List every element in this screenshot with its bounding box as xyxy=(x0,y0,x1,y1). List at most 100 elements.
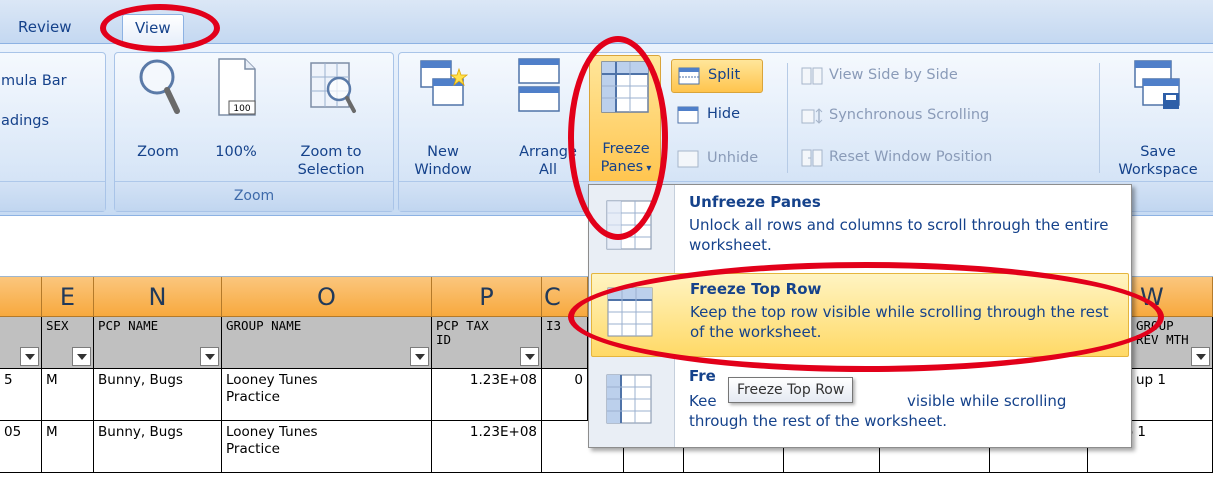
hide-button[interactable]: Hide xyxy=(671,99,763,133)
unfreeze-panes-title: Unfreeze Panes xyxy=(689,193,821,211)
header-cell-sex[interactable]: SEX xyxy=(42,317,94,369)
cell-group-name1-line2: Practice xyxy=(226,389,280,405)
freeze-panes-icon xyxy=(601,61,649,113)
page-100-icon-text: 100 xyxy=(233,104,250,114)
column-header-w[interactable]: W xyxy=(1132,277,1213,317)
side-by-side-icon xyxy=(801,67,823,85)
view-side-by-side-button[interactable]: View Side by Side xyxy=(799,61,1099,91)
dropdown-arrow-icon: ▾ xyxy=(643,163,652,174)
arrange-all-icon xyxy=(518,58,560,112)
arrange-all-line1: Arrange xyxy=(519,144,577,160)
unhide-button[interactable]: Unhide xyxy=(671,143,781,177)
cell-pcp-name2[interactable]: Bunny, Bugs xyxy=(94,421,222,473)
header-cell-group-name[interactable]: GROUP NAME xyxy=(222,317,432,369)
cell-sex1[interactable]: M xyxy=(42,369,94,421)
unhide-icon xyxy=(677,150,699,168)
filter-dropdown-icon[interactable] xyxy=(200,347,219,366)
header-group-rev-line2: REV MTH xyxy=(1136,332,1189,347)
hide-label: Hide xyxy=(707,106,741,122)
cell-d1[interactable]: 5 xyxy=(0,369,42,421)
freeze-top-row-icon xyxy=(607,287,653,337)
freeze-panes-button[interactable]: Freeze Panes ▾ xyxy=(589,55,661,187)
tab-view[interactable]: View xyxy=(122,14,184,45)
freeze-top-row-title: Freeze Top Row xyxy=(690,280,822,298)
cell-d2[interactable]: 05 xyxy=(0,421,42,473)
formula-bar-checkbox[interactable]: mula Bar xyxy=(1,73,67,89)
window-group-separator xyxy=(787,63,788,173)
cell-group-name2[interactable]: Looney Tunes Practice xyxy=(222,421,432,473)
header-cell-q[interactable]: I3 xyxy=(542,317,588,369)
synchronous-scrolling-label: Synchronous Scrolling xyxy=(829,107,990,123)
header-cell-pcp-name[interactable]: PCP NAME xyxy=(94,317,222,369)
cell-pcp-tax1[interactable]: 1.23E+08 xyxy=(432,369,542,421)
filter-dropdown-icon[interactable] xyxy=(410,347,429,366)
freeze-first-column-title: Fre xyxy=(689,367,716,385)
menu-item-unfreeze-panes[interactable]: Unfreeze Panes Unlock all rows and colum… xyxy=(591,187,1129,271)
ribbon-tab-strip: Review View xyxy=(0,0,1213,45)
cell-sex2[interactable]: M xyxy=(42,421,94,473)
header-pcp-tax-line2: ID xyxy=(436,332,452,347)
column-header-n[interactable]: N xyxy=(94,277,222,317)
magnifier-icon xyxy=(139,59,180,114)
save-workspace-line2: Workspace xyxy=(1118,162,1198,178)
header-cell-group-rev[interactable]: GROUP REV MTH xyxy=(1132,317,1213,369)
headings-checkbox[interactable]: adings xyxy=(1,113,49,129)
column-header-p[interactable]: P xyxy=(432,277,542,317)
cell-group-name1[interactable]: Looney Tunes Practice xyxy=(222,369,432,421)
menu-item-freeze-top-row[interactable]: Freeze Top Row Keep the top row visible … xyxy=(591,273,1129,357)
filter-dropdown-icon[interactable] xyxy=(72,347,91,366)
column-header-d[interactable] xyxy=(0,277,42,317)
zoom-group-label: Zoom xyxy=(115,181,393,211)
cell-pcp-tax2[interactable]: 1.23E+08 xyxy=(432,421,542,473)
freeze-first-column-desc-line2: through the rest of the worksheet. xyxy=(689,412,947,430)
zoom-selection-icon xyxy=(310,62,356,113)
freeze-panes-line1: Freeze xyxy=(602,141,650,157)
split-button[interactable]: Split xyxy=(671,59,763,93)
new-window-button[interactable]: New Window xyxy=(405,57,481,187)
show-hide-group-label xyxy=(0,181,105,211)
zoom-100-button[interactable]: 100 100% xyxy=(201,57,271,177)
zoom-to-selection-line2: Selection xyxy=(297,162,365,178)
arrange-all-label: Arrange All xyxy=(503,143,593,179)
arrange-all-button[interactable]: Arrange All xyxy=(503,57,577,187)
reset-window-position-button[interactable]: Reset Window Position xyxy=(799,143,1099,173)
column-header-e[interactable]: E xyxy=(42,277,94,317)
tab-review[interactable]: Review xyxy=(6,14,84,44)
reset-window-position-label: Reset Window Position xyxy=(829,149,993,165)
page-100-icon: 100 xyxy=(218,58,256,116)
cell-group-name2-line1: Looney Tunes xyxy=(226,424,318,440)
filter-dropdown-icon[interactable] xyxy=(1191,347,1210,366)
zoom-label: Zoom xyxy=(137,144,179,160)
column-header-o[interactable]: O xyxy=(222,277,432,317)
freeze-first-column-icon xyxy=(606,374,652,424)
reset-position-icon xyxy=(801,149,823,167)
show-hide-group: mula Bar adings xyxy=(0,52,106,212)
cell-group-name1-line1: Looney Tunes xyxy=(226,372,318,388)
window-group-separator-2 xyxy=(1099,63,1100,173)
header-cell-pcp-tax-id[interactable]: PCP TAX ID xyxy=(432,317,542,369)
column-header-q[interactable]: C xyxy=(542,277,588,317)
freeze-first-column-desc-end: visible while scrolling xyxy=(907,392,1067,410)
split-icon xyxy=(678,67,700,85)
unfreeze-panes-desc: Unlock all rows and columns to scroll th… xyxy=(689,216,1109,254)
menu-item-freeze-first-column[interactable]: Fre Kee visible while scrolling through … xyxy=(591,361,1129,445)
zoom-button[interactable]: Zoom xyxy=(123,57,193,177)
split-label: Split xyxy=(708,67,741,83)
new-window-line2: Window xyxy=(414,162,472,178)
cell-group-name2-line2: Practice xyxy=(226,441,280,457)
new-window-icon xyxy=(420,60,469,106)
zoom-group: Zoom 100 100% Zoom to Selection Zoom xyxy=(114,52,394,212)
header-cell-d[interactable] xyxy=(0,317,42,369)
filter-dropdown-icon[interactable] xyxy=(20,347,39,366)
cell-pcp-name1[interactable]: Bunny, Bugs xyxy=(94,369,222,421)
cell-q1[interactable]: 0 xyxy=(542,369,588,421)
save-workspace-button[interactable]: Save Workspace xyxy=(1103,57,1213,187)
hide-icon xyxy=(677,106,699,124)
new-window-line1: New xyxy=(427,144,459,160)
save-workspace-label: Save Workspace xyxy=(1103,143,1213,179)
save-workspace-icon xyxy=(1134,60,1180,109)
filter-dropdown-icon[interactable] xyxy=(520,347,539,366)
cell-w1[interactable]: up 1 xyxy=(1132,369,1213,421)
synchronous-scrolling-button[interactable]: Synchronous Scrolling xyxy=(799,101,1099,131)
zoom-to-selection-button[interactable]: Zoom to Selection xyxy=(279,57,383,178)
